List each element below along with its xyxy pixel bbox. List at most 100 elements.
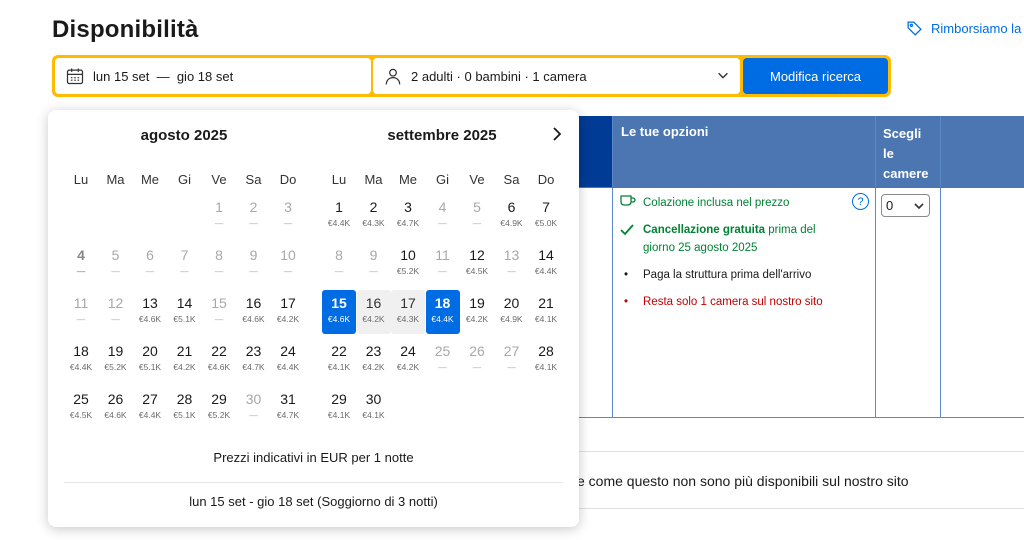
- day-number: 25: [434, 343, 451, 359]
- calendar-day[interactable]: 20 €5.1K: [133, 338, 167, 382]
- column-header-options: Le tue opzioni: [621, 124, 709, 139]
- day-number: 18: [73, 343, 89, 359]
- calendar-day[interactable]: 28 €5.1K: [168, 386, 202, 430]
- calendar-icon: [66, 68, 84, 85]
- chevron-right-icon[interactable]: [548, 125, 566, 143]
- calendar-day: 3—: [271, 194, 305, 238]
- day-number: 22: [211, 343, 227, 359]
- calendar-day[interactable]: 16 €4.6K: [237, 290, 271, 334]
- table-divider: [940, 116, 941, 418]
- day-price: —: [180, 266, 189, 276]
- calendar-day[interactable]: 22 €4.6K: [202, 338, 236, 382]
- calendar-day[interactable]: 14 €4.4K: [529, 242, 563, 286]
- calendar-day[interactable]: 27 €4.4K: [133, 386, 167, 430]
- day-number: 10: [400, 247, 416, 263]
- calendar-day: 6—: [133, 242, 167, 286]
- calendar-day[interactable]: 17 €4.2K: [271, 290, 305, 334]
- dates-value: lun 15 set — gio 18 set: [93, 68, 234, 84]
- day-price: €4.2K: [276, 314, 300, 324]
- day-number: 28: [538, 343, 554, 359]
- day-price: €4.6K: [242, 314, 265, 324]
- calendar-day[interactable]: 2 €4.3K: [357, 194, 391, 238]
- date-picker: agosto 2025 settembre 2025 Prezzi indica…: [48, 110, 579, 527]
- calendar-day[interactable]: 21 €4.1K: [529, 290, 563, 334]
- guests-value: 2 adulti · 0 bambini · 1 camera: [411, 68, 587, 84]
- day-price: €4.3K: [396, 314, 420, 324]
- calendar-day[interactable]: 24 €4.2K: [391, 338, 425, 382]
- calendar-day[interactable]: 29 €4.1K: [322, 386, 356, 430]
- day-price: €4.9K: [500, 314, 523, 324]
- day-number: 20: [142, 343, 158, 359]
- day-number: 23: [245, 343, 262, 359]
- day-price: €4.5K: [69, 410, 93, 420]
- day-price: €4.2K: [362, 362, 385, 372]
- day-price: €4.4K: [534, 266, 558, 276]
- calendar-day[interactable]: 15 €4.6K: [322, 290, 356, 334]
- day-price: €5.1K: [173, 410, 196, 420]
- calendar-day[interactable]: 3 €4.7K: [391, 194, 425, 238]
- calendar-day[interactable]: 28 €4.1K: [529, 338, 563, 382]
- day-number: 8: [335, 247, 343, 263]
- rooms-select[interactable]: 0: [881, 194, 930, 217]
- day-price: €4.2K: [396, 362, 420, 372]
- day-number: 19: [469, 295, 485, 311]
- calendar-day[interactable]: 22 €4.1K: [322, 338, 356, 382]
- day-price: —: [249, 218, 258, 228]
- calendar-day[interactable]: 16 €4.2K: [356, 290, 391, 334]
- weekday-label: Ma: [364, 172, 383, 187]
- day-number: 12: [469, 247, 485, 263]
- chevron-down-icon: [718, 72, 728, 79]
- calendar-day[interactable]: 26 €4.6K: [99, 386, 133, 430]
- day-number: 4: [438, 199, 447, 215]
- calendar-day[interactable]: 13 €4.6K: [133, 290, 167, 334]
- day-number: 17: [280, 295, 296, 311]
- day-number: 4: [77, 247, 85, 263]
- calendar-day[interactable]: 19 €4.2K: [460, 290, 494, 334]
- calendar-day[interactable]: 7 €5.0K: [529, 194, 563, 238]
- calendar-day: 10 —: [271, 242, 305, 286]
- calendar-day[interactable]: 14 €5.1K: [168, 290, 202, 334]
- table-divider: [875, 116, 876, 418]
- guests-field[interactable]: 2 adulti · 0 bambini · 1 camera: [373, 58, 740, 94]
- day-number: 8: [215, 247, 223, 263]
- calendar-day[interactable]: 10 €5.2K: [391, 242, 425, 286]
- day-price: €4.4K: [327, 218, 351, 228]
- calendar-day[interactable]: 23 €4.7K: [237, 338, 271, 382]
- calendar-day[interactable]: 12 €4.5K: [460, 242, 494, 286]
- day-number: 13: [142, 295, 158, 311]
- day-price: —: [76, 266, 86, 276]
- calendar-day[interactable]: 30 €4.1K: [357, 386, 391, 430]
- calendar-day[interactable]: 18 €4.4K: [64, 338, 98, 382]
- help-icon[interactable]: ?: [852, 193, 869, 210]
- calendar-day: 15 —: [202, 290, 236, 334]
- dates-field[interactable]: lun 15 set — gio 18 set: [55, 58, 371, 94]
- calendar-day[interactable]: 23 €4.2K: [357, 338, 391, 382]
- day-price: —: [438, 266, 447, 276]
- modify-search-button[interactable]: Modifica ricerca: [743, 58, 888, 94]
- weekday-label: Me: [140, 172, 160, 187]
- day-number: 10: [280, 247, 296, 263]
- calendar-day[interactable]: 18 €4.4K: [425, 290, 460, 334]
- calendar-day[interactable]: 1 €4.4K: [322, 194, 356, 238]
- weekday-label: Ma: [106, 172, 125, 187]
- day-number: 29: [211, 391, 227, 407]
- month-title-august: agosto 2025: [140, 127, 228, 144]
- day-number: 24: [280, 343, 296, 359]
- column-header-rooms: Scegli le camere: [883, 126, 929, 181]
- calendar-day[interactable]: 20 €4.9K: [495, 290, 529, 334]
- calendar-day[interactable]: 21 €4.2K: [168, 338, 202, 382]
- weekday-label: Sa: [245, 172, 262, 187]
- day-price: €4.4K: [431, 314, 454, 324]
- calendar-day[interactable]: 19 €5.2K: [99, 338, 133, 382]
- day-price: —: [214, 314, 224, 324]
- day-number: 7: [542, 199, 550, 215]
- calendar-day[interactable]: 29 €5.2K: [202, 386, 236, 430]
- calendar-day[interactable]: 17 €4.3K: [391, 290, 425, 334]
- calendar-day[interactable]: 25 €4.5K: [64, 386, 98, 430]
- calendar-day[interactable]: 31 €4.7K: [271, 386, 305, 430]
- calendar-day[interactable]: 4—: [64, 242, 98, 286]
- day-number: 16: [365, 295, 382, 311]
- calendar-day[interactable]: 6 €4.9K: [495, 194, 529, 238]
- calendar-day[interactable]: 24 €4.4K: [271, 338, 305, 382]
- refund-link[interactable]: Rimborsiamo la: [906, 20, 1021, 37]
